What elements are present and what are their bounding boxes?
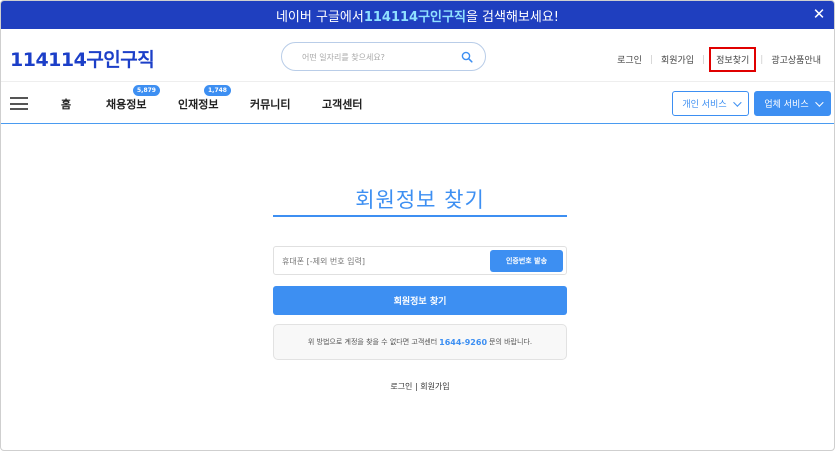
header-divider: [1, 81, 834, 82]
page-title: 회원정보 찾기: [355, 188, 485, 212]
notice-suffix: 문의 바랍니다.: [489, 338, 533, 346]
banner-text-suffix: 을 검색해보세요!: [465, 9, 560, 25]
bottom-signup-link[interactable]: 회원가입: [420, 382, 449, 391]
signup-link[interactable]: 회원가입: [653, 53, 702, 66]
personal-service-button[interactable]: 개인 서비스: [672, 91, 749, 116]
talent-count-badge: 1,748: [204, 85, 231, 96]
phone-input[interactable]: [282, 255, 482, 268]
site-logo[interactable]: 114114구인구직: [10, 45, 155, 72]
search-input[interactable]: [302, 49, 462, 65]
search-icon[interactable]: [461, 51, 473, 63]
nav-talent[interactable]: 인재정보: [178, 96, 218, 112]
find-info-link[interactable]: 정보찾기: [709, 47, 757, 72]
personal-service-label: 개인 서비스: [682, 100, 727, 110]
search-bar: [281, 42, 486, 71]
company-service-button[interactable]: 업체 서비스: [754, 91, 831, 116]
nav-home[interactable]: 홈: [61, 96, 71, 112]
title-underline: [273, 215, 567, 217]
jobs-count-badge: 5,879: [133, 85, 160, 96]
promo-banner: 네이버 구글에서 114114구인구직 을 검색해보세요! ✕: [1, 1, 834, 29]
close-icon[interactable]: ✕: [810, 5, 828, 23]
logo-number: 114114: [10, 49, 87, 71]
chevron-down-icon: [814, 97, 824, 107]
banner-text-highlight: 114114구인구직: [363, 9, 466, 25]
login-link[interactable]: 로그인: [609, 53, 650, 66]
logo-text: 구인구직: [86, 49, 155, 71]
ad-info-link[interactable]: 광고상품안내: [763, 53, 829, 66]
banner-text-prefix: 네이버 구글에서: [275, 9, 364, 25]
find-account-button[interactable]: 회원정보 찾기: [273, 286, 567, 315]
menu-icon[interactable]: [10, 97, 28, 110]
notice-prefix: 위 방법으로 계정을 찾을 수 없다면 고객센터: [307, 338, 438, 346]
support-notice: 위 방법으로 계정을 찾을 수 없다면 고객센터 1644-9260 문의 바랍…: [273, 324, 567, 360]
page-frame: 네이버 구글에서 114114구인구직 을 검색해보세요! ✕ 114114구인…: [0, 0, 835, 451]
top-links: 로그인 | 회원가입 | 정보찾기 | 광고상품안내: [609, 47, 829, 72]
company-service-label: 업체 서비스: [764, 100, 809, 110]
support-phone-number: 1644-9260: [439, 337, 488, 347]
nav-jobs[interactable]: 채용정보: [106, 96, 146, 112]
chevron-down-icon: [732, 97, 742, 107]
bottom-login-link[interactable]: 로그인: [390, 382, 412, 391]
nav-support[interactable]: 고객센터: [322, 96, 362, 112]
top-link-separator: |: [702, 54, 706, 65]
nav-divider: [1, 123, 834, 124]
nav-community[interactable]: 커뮤니티: [250, 96, 290, 112]
bottom-links: 로그인 | 회원가입: [273, 381, 567, 392]
phone-field-group: 인증번호 발송: [273, 246, 567, 275]
send-code-button[interactable]: 인증번호 발송: [490, 250, 563, 272]
